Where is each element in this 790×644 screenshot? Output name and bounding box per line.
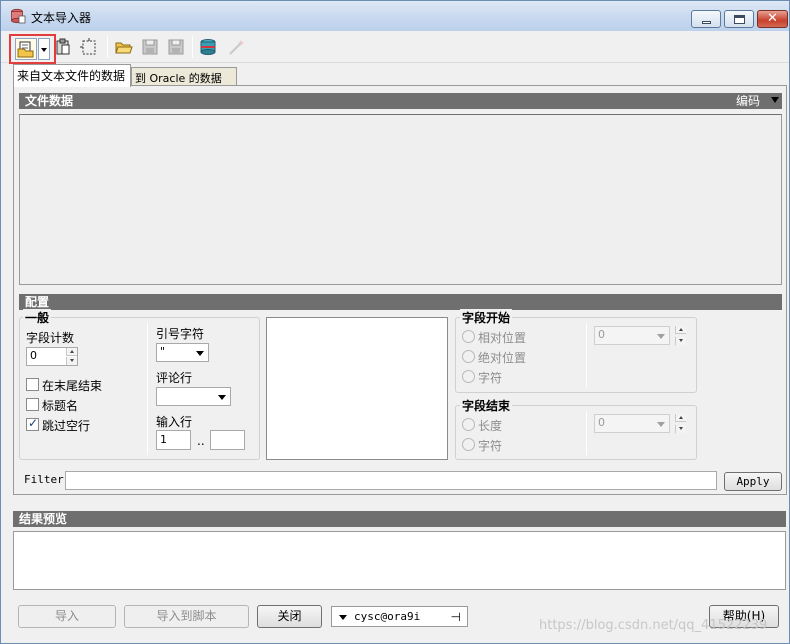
file-data-area[interactable] [19,114,782,285]
clipboard-icon[interactable] [53,37,73,57]
close-icon: ✕ [767,11,778,26]
toolbar [1,31,789,64]
field-start-spinner[interactable] [672,326,686,345]
open-file-group-highlight [9,34,56,64]
import-to-script-button[interactable]: 导入到脚本 [124,605,249,628]
maximize-icon [734,15,745,24]
tab-text-file-data[interactable]: 来自文本文件的数据 [13,64,131,87]
skip-empty-label: 跳过空行 [42,419,91,433]
chevron-down-icon [339,615,347,620]
spin-up-icon[interactable] [675,326,686,334]
save-icon[interactable] [140,37,160,57]
quote-char-label: 引号字符 [156,327,205,341]
window-title: 文本导入器 [31,11,92,25]
close-window-button[interactable]: ✕ [757,10,788,28]
quote-char-select[interactable]: " [156,343,209,362]
database-import-icon [11,8,26,24]
field-start-divider [586,323,587,387]
header-name-checkbox[interactable] [26,398,39,411]
text-importer-window: 文本导入器 ✕ 来自文本文件的数据 到 Oracle 的数据 文件数据 编码 配… [0,0,790,644]
database-icon[interactable] [198,37,218,57]
absolute-position-radio[interactable] [462,350,475,363]
input-row-separator: .. [197,434,205,448]
title-bar: 文本导入器 ✕ [1,1,789,31]
field-end-spinner[interactable] [672,414,686,433]
chevron-down-icon [218,395,226,400]
length-radio[interactable] [462,418,475,431]
folder-open-icon[interactable] [114,37,134,57]
toolbar-separator [192,36,193,58]
save-as-icon[interactable] [166,37,186,57]
spin-down-icon[interactable] [675,337,686,345]
end-char-label: 字符 [478,439,503,453]
field-count-spinner[interactable]: 0 [26,347,78,366]
field-end-divider [586,411,587,455]
input-row-from-field[interactable]: 1 [156,430,191,450]
general-group-label: 一般 [23,309,52,326]
apply-button[interactable]: Apply [724,472,782,491]
field-count-label: 字段计数 [26,331,75,345]
maximize-button[interactable] [724,10,754,28]
minimize-button[interactable] [691,10,721,28]
spin-down-icon[interactable] [66,357,77,365]
field-start-label: 字段开始 [460,309,513,326]
start-char-label: 字符 [478,371,503,385]
header-name-label: 标题名 [42,399,79,413]
chevron-down-icon [657,422,665,427]
preview-area[interactable] [13,531,786,590]
comment-line-select[interactable] [156,387,231,406]
spin-up-icon[interactable] [675,414,686,422]
end-at-tail-checkbox[interactable] [26,378,39,391]
file-data-header: 文件数据 编码 [19,93,782,109]
open-file-button[interactable] [15,38,37,60]
close-button[interactable]: 关闭 [257,605,322,628]
end-at-tail-label: 在末尾结束 [42,379,103,393]
connection-selector[interactable]: cysc@ora9i ⊣ [331,606,468,627]
field-count-value: 0 [30,349,37,362]
config-title: 配置 [25,295,50,309]
field-start-select[interactable]: 0 [594,326,670,345]
relative-position-label: 相对位置 [478,331,527,345]
field-end-select[interactable]: 0 [594,414,670,433]
file-data-title: 文件数据 [25,94,74,108]
filter-input[interactable] [65,471,717,490]
start-char-radio[interactable] [462,370,475,383]
input-row-from-value: 1 [160,433,167,446]
encoding-dropdown-icon[interactable] [771,97,779,103]
watermark-text: https://blog.csdn.net/qq_41522239 [539,618,768,633]
preview-title: 结果预览 [19,512,68,526]
config-header: 配置 [19,294,782,310]
connection-value: cysc@ora9i [354,610,421,623]
field-end-value: 0 [598,416,605,429]
relative-position-radio[interactable] [462,330,475,343]
quote-char-value: " [160,345,166,358]
fields-list[interactable] [266,317,448,460]
toolbar-separator [107,36,108,58]
length-label: 长度 [478,419,503,433]
filter-label: Filter [24,473,64,486]
preview-header: 结果预览 [13,511,786,527]
chevron-down-icon [196,351,204,356]
general-divider [147,323,148,455]
select-region-icon[interactable] [79,37,99,57]
magic-wand-icon[interactable] [226,37,246,57]
spin-down-icon[interactable] [675,425,686,433]
end-char-radio[interactable] [462,438,475,451]
open-file-dropdown[interactable] [38,38,50,60]
minimize-icon [702,21,711,24]
skip-empty-checkbox[interactable] [26,416,39,431]
open-file-icon [17,41,34,58]
field-start-value: 0 [598,328,605,341]
input-row-to-field[interactable] [210,430,245,450]
pin-icon[interactable]: ⊣ [451,610,461,624]
encoding-label[interactable]: 编码 [736,93,760,109]
import-button[interactable]: 导入 [18,605,116,628]
tab-oracle-data[interactable]: 到 Oracle 的数据 [131,67,237,86]
absolute-position-label: 绝对位置 [478,351,527,365]
chevron-down-icon [657,334,665,339]
comment-line-label: 评论行 [156,371,193,385]
spin-up-icon[interactable] [66,348,77,356]
field-end-label: 字段结束 [460,397,513,414]
input-row-label: 输入行 [156,415,193,429]
